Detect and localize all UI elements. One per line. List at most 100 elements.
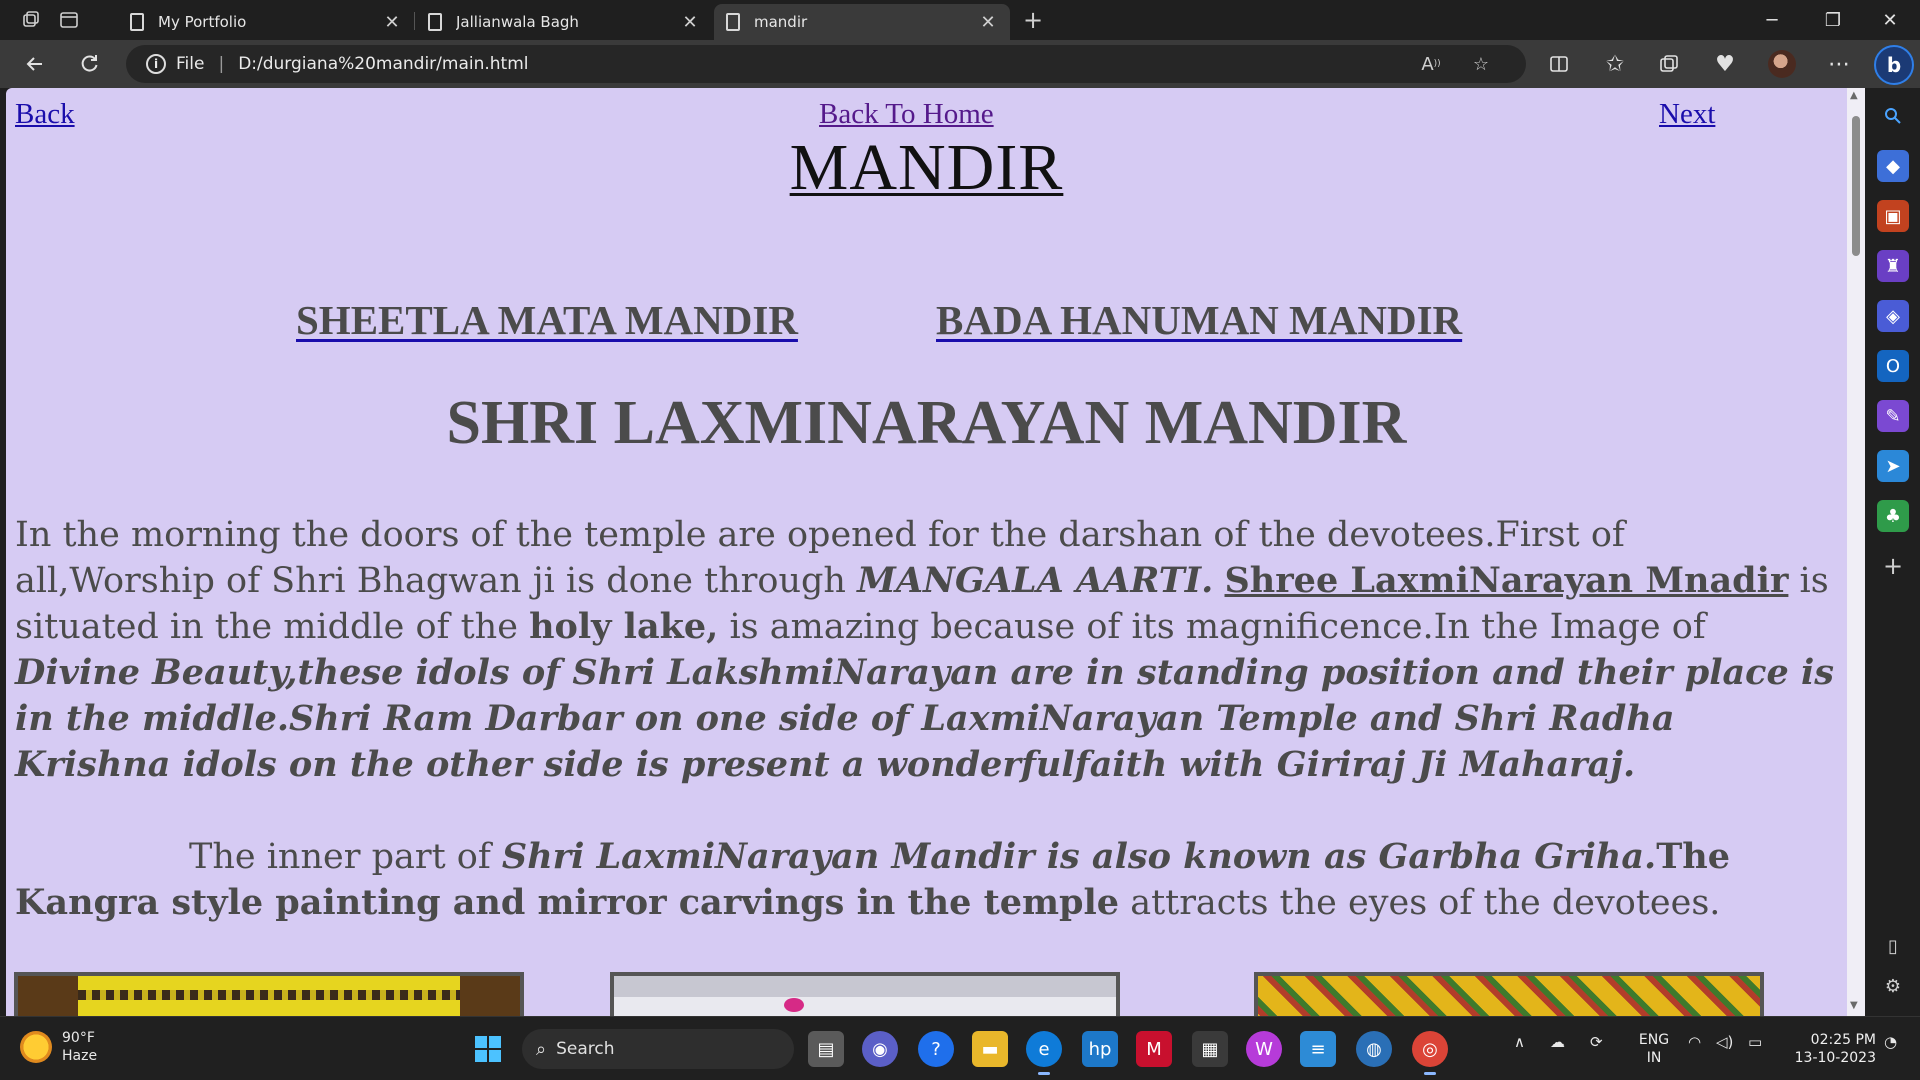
chrome-icon[interactable]: ◎ <box>1412 1031 1448 1075</box>
games-icon[interactable]: ♜ <box>1877 250 1909 282</box>
para2-text: The inner part of <box>189 837 502 877</box>
weather-widget[interactable]: 90°F Haze <box>20 1029 97 1065</box>
notepad-icon[interactable]: ≡ <box>1300 1031 1336 1067</box>
settings-gear-icon[interactable]: ⚙ <box>1877 970 1909 1002</box>
tab-actions-icon[interactable] <box>54 6 84 34</box>
search-icon[interactable] <box>1877 100 1909 132</box>
collections-icon[interactable] <box>1652 48 1686 80</box>
temple-image-3 <box>1254 972 1764 1016</box>
sheetla-mata-mandir-link[interactable]: SHEETLA MATA MANDIR <box>296 296 798 344</box>
clock-time: 02:25 PM <box>1810 1032 1876 1048</box>
tab-jallianwala-bagh[interactable]: Jallianwala Bagh ✕ <box>416 4 712 40</box>
close-tab-icon[interactable]: ✕ <box>680 12 700 33</box>
bing-copilot-icon[interactable]: b <box>1874 45 1914 85</box>
scroll-down-arrow-icon[interactable]: ▼ <box>1850 1000 1858 1011</box>
teams-chat-icon[interactable]: ◉ <box>862 1031 898 1067</box>
close-tab-icon[interactable]: ✕ <box>382 12 402 33</box>
language-indicator[interactable]: ENG IN <box>1634 1031 1674 1067</box>
close-tab-icon[interactable]: ✕ <box>978 12 998 33</box>
tab-divider <box>414 12 415 30</box>
designer-icon[interactable]: ✎ <box>1877 400 1909 432</box>
split-screen-icon[interactable] <box>1542 48 1576 80</box>
next-link[interactable]: Next <box>1659 98 1715 131</box>
favorite-star-icon[interactable]: ☆ <box>1466 49 1496 79</box>
notifications-icon[interactable]: ◔ <box>1884 1033 1897 1051</box>
tree-icon[interactable]: ♣ <box>1877 500 1909 532</box>
page-icon <box>428 13 442 31</box>
microsoft-store-icon[interactable]: ▦ <box>1192 1031 1228 1067</box>
scroll-up-arrow-icon[interactable]: ▲ <box>1850 90 1858 101</box>
workspaces-icon[interactable] <box>16 6 46 34</box>
divine-beauty-text: Divine Beauty,these idols of Shri Lakshm… <box>15 652 1834 785</box>
bada-hanuman-mandir-link[interactable]: BADA HANUMAN MANDIR <box>936 296 1462 344</box>
page-icon <box>130 13 144 31</box>
wps-office-icon[interactable]: W <box>1246 1031 1282 1067</box>
volume-icon[interactable]: ◁) <box>1716 1033 1733 1051</box>
search-icon: ⌕ <box>536 1038 547 1060</box>
tab-strip: My Portfolio ✕ Jallianwala Bagh ✕ mandir… <box>0 0 1920 40</box>
help-icon[interactable]: ? <box>918 1031 954 1067</box>
page-title: MANDIR <box>6 130 1847 206</box>
tab-my-portfolio[interactable]: My Portfolio ✕ <box>118 4 414 40</box>
system-clock[interactable]: 02:25 PM 13-10-2023 <box>1786 1031 1876 1067</box>
tab-mandir[interactable]: mandir ✕ <box>714 4 1010 40</box>
paragraph-intro: In the morning the doors of the temple a… <box>15 512 1835 788</box>
scrollbar-thumb[interactable] <box>1852 116 1860 256</box>
browser-essentials-icon[interactable]: ♥ <box>1708 48 1742 80</box>
section-heading: SHRI LAXMINARAYAN MANDIR <box>446 389 1407 457</box>
onedrive-icon[interactable]: ☁ <box>1550 1033 1565 1051</box>
page-title-text: MANDIR <box>789 131 1064 204</box>
paragraph-garbha-griha: The inner part of Shri LaxmiNarayan Mand… <box>15 834 1835 926</box>
back-link[interactable]: Back <box>15 98 75 131</box>
browser-toolbar: i File | D:/durgiana%20mandir/main.html … <box>0 40 1920 88</box>
close-window-button[interactable]: ✕ <box>1862 0 1918 40</box>
more-menu-icon[interactable]: ⋯ <box>1822 48 1856 80</box>
shopping-tag-icon[interactable]: ◆ <box>1877 150 1909 182</box>
address-bar[interactable]: i File | D:/durgiana%20mandir/main.html … <box>126 45 1526 83</box>
address-divider: | <box>218 54 225 74</box>
windows-start-icon[interactable] <box>470 1031 506 1067</box>
read-aloud-icon[interactable]: A)) <box>1416 49 1446 79</box>
wifi-icon[interactable]: ◠ <box>1688 1033 1701 1051</box>
back-arrow-icon[interactable] <box>18 48 52 80</box>
send-icon[interactable]: ➤ <box>1877 450 1909 482</box>
back-to-home-link[interactable]: Back To Home <box>819 98 994 131</box>
language-line1: ENG <box>1638 1032 1670 1048</box>
windows-taskbar: 90°F Haze ⌕ Search ▤ ◉ ? ▬ e hp M ▦ W ≡ … <box>0 1016 1920 1080</box>
search-label: Search <box>556 1039 615 1059</box>
microsoft-365-icon[interactable]: ◈ <box>1877 300 1909 332</box>
taskbar-search[interactable]: ⌕ Search <box>522 1029 794 1069</box>
site-info-icon[interactable]: i <box>146 54 166 74</box>
language-line2: IN <box>1646 1050 1662 1066</box>
edge-browser-icon[interactable]: e <box>1026 1031 1062 1075</box>
profile-avatar[interactable] <box>1768 50 1796 78</box>
page-scrollbar[interactable]: ▲ ▼ <box>1847 88 1865 1016</box>
sidebar-panel-icon[interactable]: ▯ <box>1877 930 1909 962</box>
laxminarayan-mandir-link[interactable]: Shree LaxmiNarayan Mnadir <box>1225 560 1789 601</box>
temple-image-1 <box>14 972 524 1016</box>
page-icon <box>726 13 740 31</box>
add-icon[interactable]: + <box>1877 550 1909 582</box>
maximize-button[interactable]: ❐ <box>1805 0 1861 40</box>
show-hidden-icons-chevron-icon[interactable]: ∧ <box>1514 1033 1525 1051</box>
globe-app-icon[interactable]: ◍ <box>1356 1031 1392 1067</box>
task-view-icon[interactable]: ▤ <box>808 1031 844 1067</box>
holy-lake-text: holy lake, <box>529 606 719 647</box>
file-explorer-icon[interactable]: ▬ <box>972 1031 1008 1067</box>
minimize-button[interactable]: ─ <box>1744 0 1800 40</box>
myhp-icon[interactable]: hp <box>1082 1031 1118 1067</box>
mangala-aarti-text: MANGALA AARTI. <box>857 560 1214 601</box>
page-content: Back Back To Home Next MANDIR SHEETLA MA… <box>6 88 1847 1016</box>
tools-icon[interactable]: ▣ <box>1877 200 1909 232</box>
tab-title: mandir <box>754 13 808 31</box>
address-scheme: File <box>176 54 205 74</box>
favorites-icon[interactable]: ✩ <box>1598 48 1632 80</box>
sync-icon[interactable]: ⟳ <box>1590 1033 1603 1051</box>
weather-sun-icon <box>20 1031 52 1063</box>
battery-icon[interactable]: ▭ <box>1748 1033 1762 1051</box>
outlook-icon[interactable]: O <box>1877 350 1909 382</box>
new-tab-button[interactable]: + <box>1018 6 1048 34</box>
mcafee-icon[interactable]: M <box>1136 1031 1172 1067</box>
refresh-icon[interactable] <box>72 48 106 80</box>
address-url[interactable]: D:/durgiana%20mandir/main.html <box>238 54 528 74</box>
